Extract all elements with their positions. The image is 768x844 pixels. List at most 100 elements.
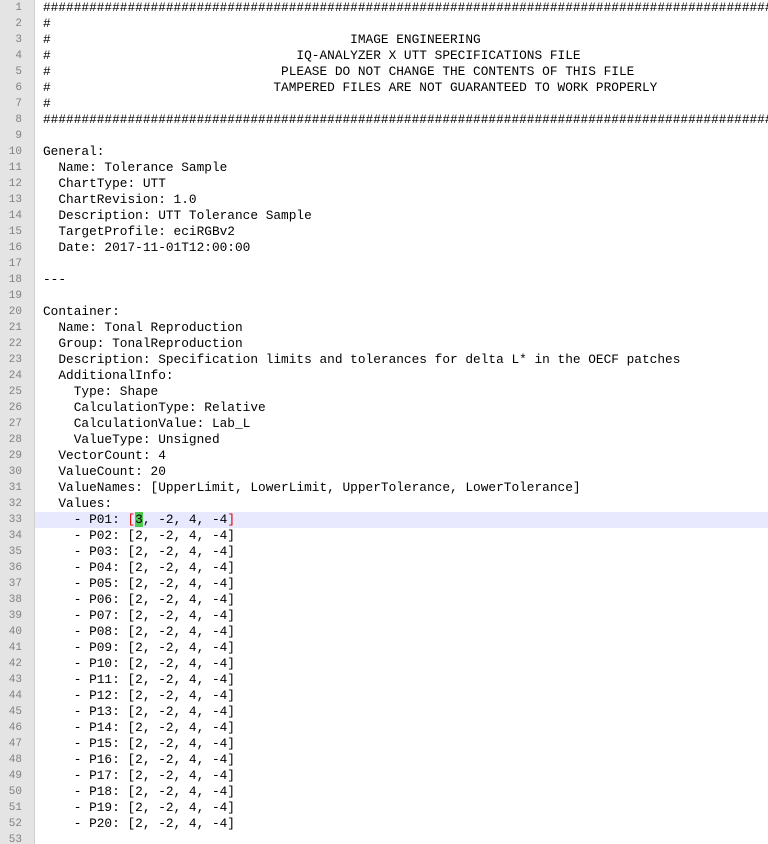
line-text[interactable]: - P13: [2, -2, 4, -4] xyxy=(35,704,768,720)
editor-line[interactable]: 14 Description: UTT Tolerance Sample xyxy=(0,208,768,224)
editor-line[interactable]: 37 - P05: [2, -2, 4, -4] xyxy=(0,576,768,592)
editor-line[interactable]: 48 - P16: [2, -2, 4, -4] xyxy=(0,752,768,768)
line-text[interactable]: - P12: [2, -2, 4, -4] xyxy=(35,688,768,704)
editor-line[interactable]: 46 - P14: [2, -2, 4, -4] xyxy=(0,720,768,736)
editor-line[interactable]: 30 ValueCount: 20 xyxy=(0,464,768,480)
line-text[interactable]: Group: TonalReproduction xyxy=(35,336,768,352)
line-text[interactable]: - P04: [2, -2, 4, -4] xyxy=(35,560,768,576)
editor-line[interactable]: 10 General: xyxy=(0,144,768,160)
line-text[interactable]: ChartType: UTT xyxy=(35,176,768,192)
editor-line[interactable]: 4 # IQ-ANALYZER X UTT SPECIFICATIONS FILE… xyxy=(0,48,768,64)
line-text[interactable]: # TAMPERED FILES ARE NOT GUARANTEED TO W… xyxy=(35,80,768,96)
line-text[interactable]: Name: Tonal Reproduction xyxy=(35,320,768,336)
line-text[interactable]: # # xyxy=(35,16,768,32)
editor-line[interactable]: 44 - P12: [2, -2, 4, -4] xyxy=(0,688,768,704)
editor-line[interactable]: 39 - P07: [2, -2, 4, -4] xyxy=(0,608,768,624)
line-text[interactable]: Date: 2017-11-01T12:00:00 xyxy=(35,240,768,256)
editor-line[interactable]: 50 - P18: [2, -2, 4, -4] xyxy=(0,784,768,800)
editor-line[interactable]: 22 Group: TonalReproduction xyxy=(0,336,768,352)
editor-line[interactable]: 21 Name: Tonal Reproduction xyxy=(0,320,768,336)
editor-line[interactable]: 41 - P09: [2, -2, 4, -4] xyxy=(0,640,768,656)
editor-line[interactable]: 12 ChartType: UTT xyxy=(0,176,768,192)
line-text[interactable]: ValueNames: [UpperLimit, LowerLimit, Upp… xyxy=(35,480,768,496)
editor-line[interactable]: 9 xyxy=(0,128,768,144)
line-text[interactable]: CalculationValue: Lab_L xyxy=(35,416,768,432)
line-text[interactable]: Description: UTT Tolerance Sample xyxy=(35,208,768,224)
editor-line[interactable]: 3 # IMAGE ENGINEERING # xyxy=(0,32,768,48)
line-text[interactable] xyxy=(35,288,768,304)
editor-line[interactable]: 29 VectorCount: 4 xyxy=(0,448,768,464)
editor-line[interactable]: 52 - P20: [2, -2, 4, -4] xyxy=(0,816,768,832)
line-text[interactable] xyxy=(35,832,768,844)
editor-line[interactable]: 19 xyxy=(0,288,768,304)
line-text[interactable]: ValueType: Unsigned xyxy=(35,432,768,448)
line-text[interactable]: - P15: [2, -2, 4, -4] xyxy=(35,736,768,752)
editor-line[interactable]: 31 ValueNames: [UpperLimit, LowerLimit, … xyxy=(0,480,768,496)
editor-line[interactable]: 13 ChartRevision: 1.0 xyxy=(0,192,768,208)
line-text[interactable]: - P16: [2, -2, 4, -4] xyxy=(35,752,768,768)
editor-line[interactable]: 27 CalculationValue: Lab_L xyxy=(0,416,768,432)
editor-line[interactable]: 33 - P01: [3, -2, 4, -4] xyxy=(0,512,768,528)
editor-line[interactable]: 2 # # xyxy=(0,16,768,32)
line-text[interactable]: - P19: [2, -2, 4, -4] xyxy=(35,800,768,816)
line-text[interactable]: - P05: [2, -2, 4, -4] xyxy=(35,576,768,592)
line-text[interactable]: - P03: [2, -2, 4, -4] xyxy=(35,544,768,560)
line-text[interactable]: CalculationType: Relative xyxy=(35,400,768,416)
line-text[interactable]: - P20: [2, -2, 4, -4] xyxy=(35,816,768,832)
line-text[interactable]: - P08: [2, -2, 4, -4] xyxy=(35,624,768,640)
line-text[interactable]: Name: Tolerance Sample xyxy=(35,160,768,176)
line-text[interactable]: - P14: [2, -2, 4, -4] xyxy=(35,720,768,736)
editor-line[interactable]: 43 - P11: [2, -2, 4, -4] xyxy=(0,672,768,688)
editor-line[interactable]: 36 - P04: [2, -2, 4, -4] xyxy=(0,560,768,576)
editor-line[interactable]: 24 AdditionalInfo: xyxy=(0,368,768,384)
editor-line[interactable]: 23 Description: Specification limits and… xyxy=(0,352,768,368)
editor-line[interactable]: 6 # TAMPERED FILES ARE NOT GUARANTEED TO … xyxy=(0,80,768,96)
editor-line[interactable]: 20 Container: xyxy=(0,304,768,320)
editor-line[interactable]: 49 - P17: [2, -2, 4, -4] xyxy=(0,768,768,784)
editor-text-area[interactable]: 1 #######################################… xyxy=(0,0,768,844)
line-text[interactable]: ########################################… xyxy=(35,0,768,16)
line-text[interactable]: - P07: [2, -2, 4, -4] xyxy=(35,608,768,624)
code-editor[interactable]: 1 #######################################… xyxy=(0,0,768,844)
editor-line[interactable]: 35 - P03: [2, -2, 4, -4] xyxy=(0,544,768,560)
editor-line[interactable]: 7 # # xyxy=(0,96,768,112)
editor-line[interactable]: 18 --- xyxy=(0,272,768,288)
line-text[interactable]: - P18: [2, -2, 4, -4] xyxy=(35,784,768,800)
line-text[interactable]: # # xyxy=(35,96,768,112)
editor-line[interactable]: 26 CalculationType: Relative xyxy=(0,400,768,416)
line-text[interactable]: - P17: [2, -2, 4, -4] xyxy=(35,768,768,784)
editor-line[interactable]: 1 #######################################… xyxy=(0,0,768,16)
editor-line[interactable]: 11 Name: Tolerance Sample xyxy=(0,160,768,176)
editor-line[interactable]: 17 xyxy=(0,256,768,272)
line-text[interactable]: - P11: [2, -2, 4, -4] xyxy=(35,672,768,688)
line-text[interactable]: # PLEASE DO NOT CHANGE THE CONTENTS OF T… xyxy=(35,64,768,80)
line-text[interactable]: Description: Specification limits and to… xyxy=(35,352,768,368)
line-text[interactable]: # IMAGE ENGINEERING # xyxy=(35,32,768,48)
editor-line[interactable]: 40 - P08: [2, -2, 4, -4] xyxy=(0,624,768,640)
line-text[interactable]: - P10: [2, -2, 4, -4] xyxy=(35,656,768,672)
line-text[interactable]: AdditionalInfo: xyxy=(35,368,768,384)
editor-line[interactable]: 45 - P13: [2, -2, 4, -4] xyxy=(0,704,768,720)
editor-line[interactable]: 15 TargetProfile: eciRGBv2 xyxy=(0,224,768,240)
editor-line[interactable]: 47 - P15: [2, -2, 4, -4] xyxy=(0,736,768,752)
line-text[interactable]: General: xyxy=(35,144,768,160)
editor-line[interactable]: 28 ValueType: Unsigned xyxy=(0,432,768,448)
line-text[interactable]: --- xyxy=(35,272,768,288)
line-text[interactable]: ChartRevision: 1.0 xyxy=(35,192,768,208)
line-text[interactable]: - P09: [2, -2, 4, -4] xyxy=(35,640,768,656)
editor-line[interactable]: 32 Values: xyxy=(0,496,768,512)
line-text[interactable]: TargetProfile: eciRGBv2 xyxy=(35,224,768,240)
line-text[interactable] xyxy=(35,256,768,272)
line-text[interactable]: ValueCount: 20 xyxy=(35,464,768,480)
editor-line[interactable]: 53 xyxy=(0,832,768,844)
line-text[interactable]: # IQ-ANALYZER X UTT SPECIFICATIONS FILE … xyxy=(35,48,768,64)
editor-line[interactable]: 51 - P19: [2, -2, 4, -4] xyxy=(0,800,768,816)
line-text[interactable]: - P06: [2, -2, 4, -4] xyxy=(35,592,768,608)
line-text[interactable] xyxy=(35,128,768,144)
editor-line[interactable]: 42 - P10: [2, -2, 4, -4] xyxy=(0,656,768,672)
line-text[interactable]: ########################################… xyxy=(35,112,768,128)
editor-line[interactable]: 34 - P02: [2, -2, 4, -4] xyxy=(0,528,768,544)
line-text[interactable]: VectorCount: 4 xyxy=(35,448,768,464)
line-text[interactable]: Type: Shape xyxy=(35,384,768,400)
editor-line[interactable]: 16 Date: 2017-11-01T12:00:00 xyxy=(0,240,768,256)
